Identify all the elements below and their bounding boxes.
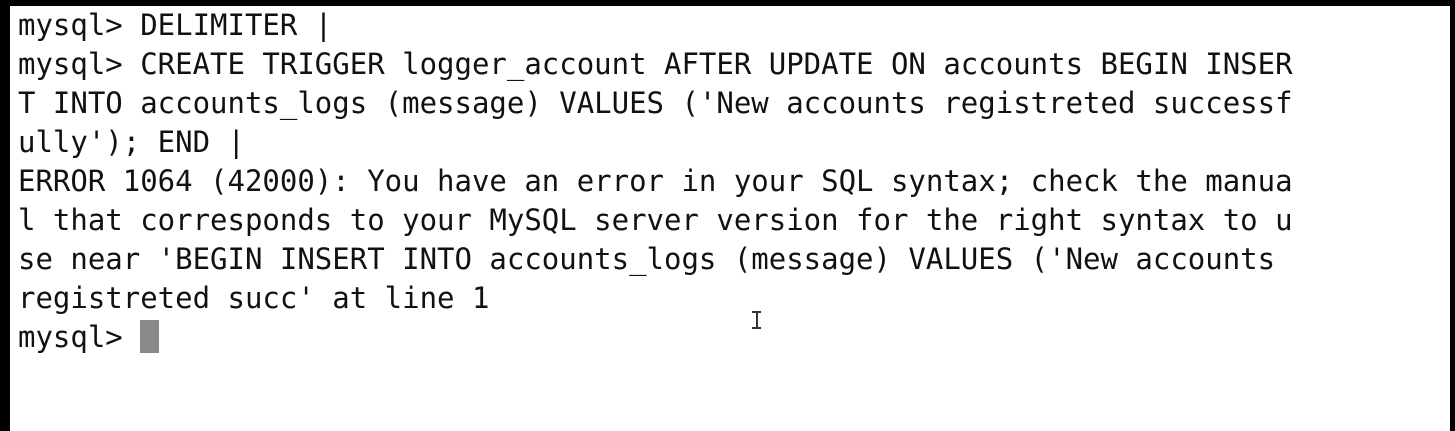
terminal-window[interactable]: mysql> DELIMITER | mysql> CREATE TRIGGER…	[10, 6, 1450, 431]
text-cursor-ibeam-icon	[751, 310, 762, 330]
error-line: l that corresponds to your MySQL server …	[18, 203, 1293, 237]
input-line[interactable]: mysql>	[18, 318, 1450, 357]
prompt: mysql>	[18, 320, 141, 354]
terminal-line: mysql> DELIMITER |	[18, 8, 333, 42]
block-cursor	[140, 320, 160, 353]
error-line: registreted succ' at line 1	[18, 281, 490, 315]
terminal-output[interactable]: mysql> DELIMITER | mysql> CREATE TRIGGER…	[18, 6, 1450, 357]
terminal-line: T INTO accounts_logs (message) VALUES ('…	[18, 86, 1293, 120]
error-line: ERROR 1064 (42000): You have an error in…	[18, 164, 1293, 198]
terminal-line: ully'); END |	[18, 125, 245, 159]
error-line: se near 'BEGIN INSERT INTO accounts_logs…	[18, 242, 1293, 276]
terminal-line: mysql> CREATE TRIGGER logger_account AFT…	[18, 47, 1293, 81]
